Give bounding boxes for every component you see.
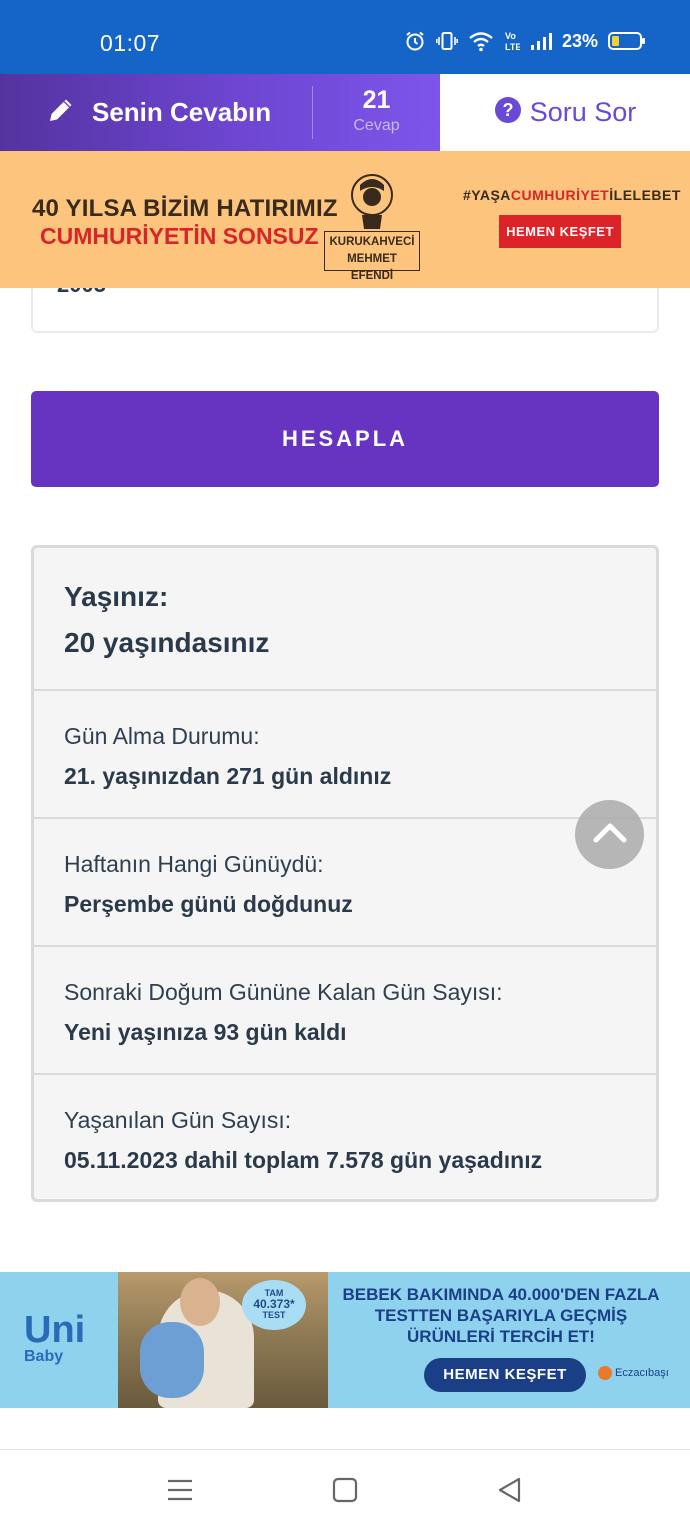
pencil-icon — [46, 95, 76, 130]
svg-text:LTE: LTE — [505, 42, 520, 52]
logo-line1: KURUKAHVECİ — [329, 236, 415, 248]
headline-line2: TESTTEN BAŞARIYLA GEÇMİŞ — [374, 1306, 628, 1325]
menu-icon[interactable] — [166, 1476, 194, 1509]
answer-count-number: 21 — [362, 86, 391, 114]
question-icon: ? — [494, 96, 522, 129]
status-icons: Vo LTE 23% — [404, 30, 646, 52]
your-answer-label: Senin Cevabın — [92, 97, 272, 127]
ad-top-cta-button[interactable]: HEMEN KEŞFET — [499, 215, 621, 248]
ad-top-line1: 40 YILSA BİZİM HATIRIMIZ — [32, 195, 338, 222]
calculate-button[interactable]: HESAPLA — [31, 391, 659, 487]
battery-icon — [608, 31, 646, 51]
logo-line2: MEHMET EFENDİ — [347, 253, 397, 282]
eczacibasi-logo: Eczacıbaşı — [598, 1366, 669, 1380]
answer-count-label: Cevap — [353, 117, 400, 134]
hashtag-part-b: CUMHURİYET — [510, 187, 610, 203]
result-value: 05.11.2023 dahil toplam 7.578 gün yaşadı… — [64, 1147, 543, 1173]
ask-question-button[interactable]: ? Soru Sor — [440, 74, 690, 151]
answer-section: Senin Cevabın 21 Cevap — [0, 74, 440, 151]
uni-brand-text: Uni — [24, 1309, 86, 1351]
coffee-man-logo-icon — [351, 174, 393, 229]
hashtag-part-c: İLELEBET — [609, 187, 681, 203]
status-bar: 01:07 Vo LTE 23% — [0, 0, 690, 74]
result-value: Yeni yaşınıza 93 gün kaldı — [64, 1019, 347, 1045]
hashtag-part-a: #YAŞA — [463, 187, 511, 203]
svg-text:?: ? — [502, 100, 513, 120]
result-value: Perşembe günü doğdunuz — [64, 891, 353, 917]
battery-percent: 23% — [561, 30, 598, 51]
age-label: Yaşınız: — [64, 581, 169, 612]
ad-top-line2: CUMHURİYETİN SONSUZ — [40, 223, 319, 249]
result-label: Sonraki Doğum Gününe Kalan Gün Sayısı: — [64, 979, 503, 1005]
ad-bottom-headline: BEBEK BAKIMINDA 40.000'DEN FAZLA TESTTEN… — [336, 1284, 666, 1347]
chevron-up-icon — [592, 820, 628, 849]
eczacibasi-icon — [598, 1366, 612, 1380]
result-row-days-to-birthday: Sonraki Doğum Gününe Kalan Gün Sayısı: Y… — [34, 947, 656, 1075]
test-count-badge: TAM 40.373* TEST — [242, 1280, 306, 1330]
result-label: Haftanın Hangi Günüydü: — [64, 851, 324, 877]
badge-number: 40.373* — [253, 1297, 295, 1311]
vibrate-icon — [435, 30, 458, 52]
your-answer-button[interactable]: Senin Cevabın — [0, 74, 312, 151]
results-card: Yaşınız: 20 yaşındasınız Gün Alma Durumu… — [31, 545, 659, 1202]
wifi-icon — [468, 30, 494, 52]
result-label: Yaşanılan Gün Sayısı: — [64, 1107, 292, 1133]
ad-banner-bottom[interactable]: Uni Baby TAM 40.373* TEST BEBEK BAKIMIND… — [0, 1272, 690, 1408]
age-value: 20 yaşındasınız — [64, 627, 270, 658]
ad-logo-text: KURUKAHVECİ MEHMET EFENDİ — [324, 231, 420, 282]
svg-text:Vo: Vo — [505, 31, 516, 41]
ad-bottom-cta-button[interactable]: HEMEN KEŞFET — [424, 1358, 586, 1392]
ad-banner-top[interactable]: 40 YILSA BİZİM HATIRIMIZ CUMHURİYETİN SO… — [0, 151, 690, 288]
ad-person-head — [180, 1278, 220, 1326]
back-icon[interactable] — [496, 1476, 524, 1509]
system-nav-bar — [0, 1450, 690, 1533]
kurukahveci-logo: KURUKAHVECİ MEHMET EFENDİ — [324, 171, 420, 282]
home-icon[interactable] — [331, 1476, 359, 1509]
status-time: 01:07 — [100, 30, 161, 56]
headline-line1: BEBEK BAKIMINDA 40.000'DEN FAZLA — [342, 1285, 660, 1304]
result-row-days-lived: Yaşanılan Gün Sayısı: 05.11.2023 dahil t… — [34, 1075, 656, 1199]
headline-line3: ÜRÜNLERİ TERCİH ET! — [407, 1327, 595, 1346]
answer-count[interactable]: 21 Cevap — [313, 74, 440, 151]
signal-icon — [530, 31, 552, 51]
result-label: Gün Alma Durumu: — [64, 723, 260, 749]
volte-icon: Vo LTE — [504, 30, 520, 52]
partner-name: Eczacıbaşı — [615, 1367, 669, 1379]
result-row-days-gained: Gün Alma Durumu: 21. yaşınızdan 271 gün … — [34, 691, 656, 819]
ad-baby-figure — [140, 1322, 204, 1398]
badge-bottom: TEST — [262, 1310, 286, 1320]
action-bar: Senin Cevabın 21 Cevap ? Soru Sor — [0, 74, 690, 151]
ask-question-label: Soru Sor — [529, 97, 637, 127]
result-value: 21. yaşınızdan 271 gün aldınız — [64, 763, 392, 789]
uni-baby-logo: Uni Baby — [24, 1309, 86, 1366]
result-age: Yaşınız: 20 yaşındasınız — [34, 548, 656, 691]
result-row-weekday: Haftanın Hangi Günüydü: Perşembe günü do… — [34, 819, 656, 947]
alarm-icon — [404, 30, 426, 52]
ad-hashtag: #YAŞACUMHURİYETİLELEBET — [463, 187, 681, 203]
scroll-to-top-button[interactable] — [575, 800, 644, 869]
